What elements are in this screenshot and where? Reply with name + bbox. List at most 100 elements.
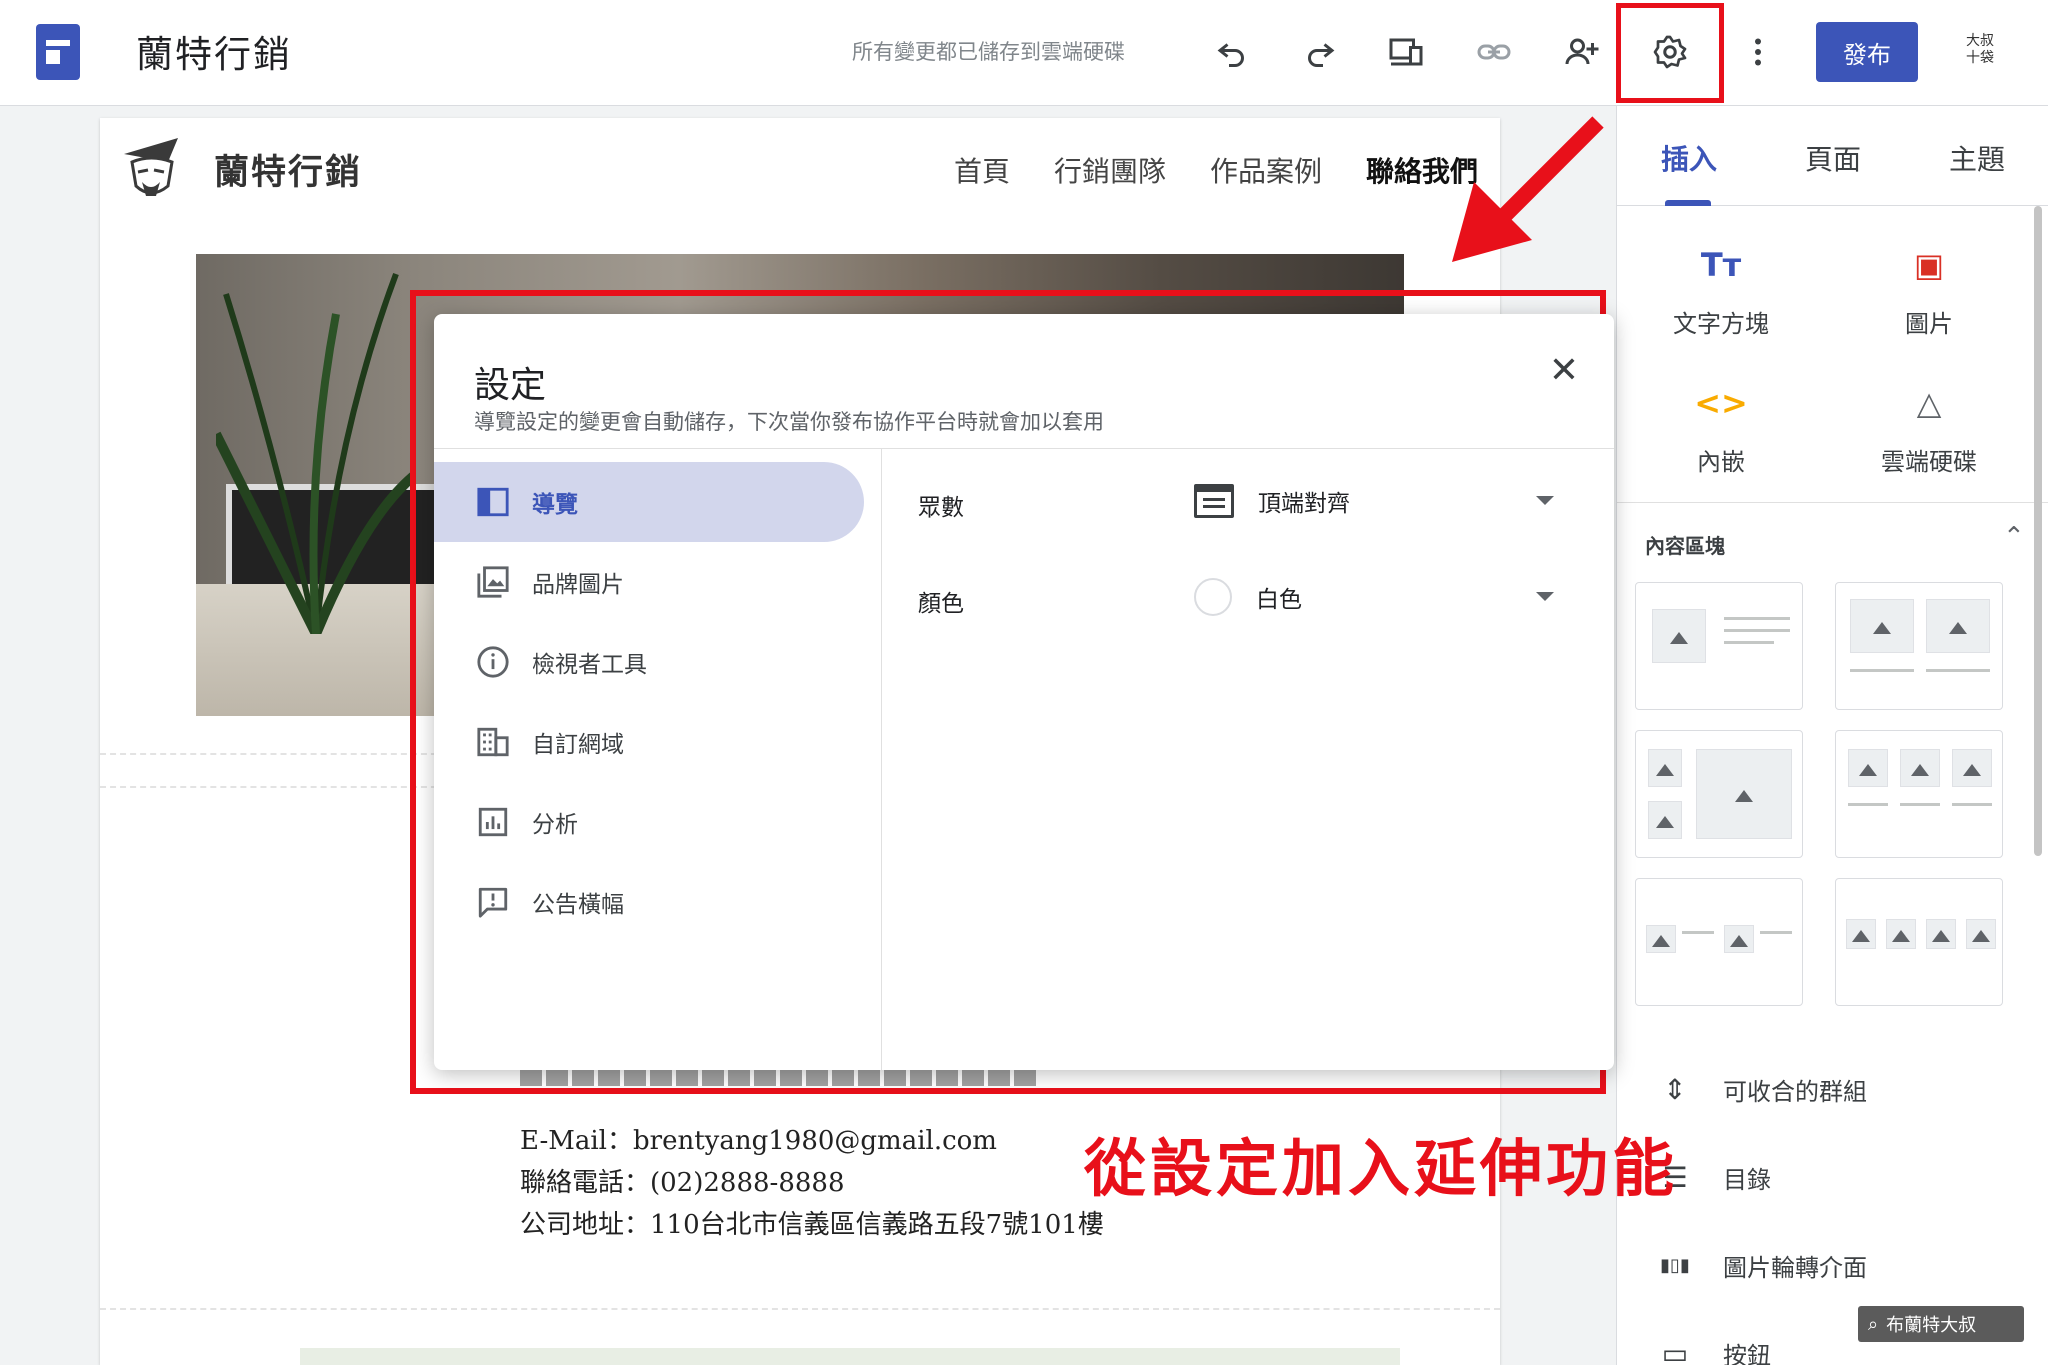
hero-plant	[216, 272, 416, 634]
insert-side-panel: 插入 頁面 主題 Tт 文字方塊 ▣ 圖片 <> 內嵌 △ 雲端硬碟 內容區塊 …	[1616, 106, 2048, 1365]
text-box-tool[interactable]: Tт 文字方塊	[1641, 246, 1801, 339]
carousel-icon: ▮▯▮	[1660, 1255, 1690, 1276]
device-preview-icon[interactable]	[1382, 28, 1430, 76]
settings-nav-label: 自訂網域	[532, 732, 624, 758]
tool-label: 圖片	[1905, 310, 1953, 338]
image-placeholder-icon	[1646, 925, 1676, 953]
top-toolbar: 蘭特行銷 所有變更都已儲存到雲端硬碟 發布 大叔 十袋	[0, 0, 2048, 106]
text-box-icon: Tт	[1700, 246, 1742, 284]
tab-pages[interactable]: 頁面	[1805, 138, 1861, 178]
navigation-icon	[476, 485, 510, 519]
collapsible-group-item[interactable]: ⇕ 可收合的群組	[1657, 1072, 1867, 1107]
settings-nav-brand-images[interactable]: 品牌圖片	[434, 542, 864, 622]
side-panel-scrollbar[interactable]	[2034, 206, 2042, 856]
map-embed[interactable]	[300, 1348, 1400, 1365]
item-label: 按鈕	[1723, 1342, 1771, 1365]
chevron-up-icon[interactable]: ⌃	[2003, 522, 2025, 552]
content-block-layout[interactable]	[1635, 878, 1803, 1006]
tab-themes[interactable]: 主題	[1949, 138, 2005, 178]
nav-item-portfolio[interactable]: 作品案例	[1210, 150, 1322, 190]
google-sites-logo-icon[interactable]	[36, 24, 80, 80]
image-placeholder-icon	[1696, 749, 1792, 839]
brand-images-icon	[476, 565, 510, 599]
share-icon[interactable]	[1558, 28, 1606, 76]
more-vert-icon[interactable]	[1734, 28, 1782, 76]
carousel-item[interactable]: ▮▯▮ 圖片輪轉介面	[1657, 1248, 1867, 1283]
panel-divider	[1617, 502, 2048, 503]
nav-item-home[interactable]: 首頁	[954, 150, 1010, 190]
settings-nav-custom-domain[interactable]: 自訂網域	[434, 702, 864, 782]
content-block-layout[interactable]	[1835, 878, 2003, 1006]
site-title[interactable]: 蘭特行銷	[136, 24, 292, 78]
image-placeholder-icon	[1724, 925, 1754, 953]
image-placeholder-icon	[1900, 749, 1940, 787]
text-line	[1900, 803, 1940, 806]
drive-tool[interactable]: △ 雲端硬碟	[1849, 384, 2009, 477]
image-placeholder-icon	[1966, 919, 1996, 949]
section-divider	[100, 1308, 1500, 1310]
dialog-title: 設定	[474, 365, 547, 406]
watermark-text: 布蘭特大叔	[1886, 1315, 1977, 1336]
settings-nav: 導覽 品牌圖片 檢視者工具 自訂網域 分析 公告橫幅	[434, 448, 882, 1070]
item-label: 目錄	[1723, 1166, 1771, 1194]
embed-icon: <>	[1694, 384, 1748, 422]
image-placeholder-icon	[1926, 919, 1956, 949]
tab-insert[interactable]: 插入	[1661, 138, 1717, 178]
image-placeholder-icon	[1850, 599, 1914, 653]
avatar[interactable]: 大叔 十袋	[1958, 33, 2002, 73]
text-line	[1952, 803, 1992, 806]
content-block-layout[interactable]	[1635, 582, 1803, 710]
settings-nav-label: 檢視者工具	[532, 652, 647, 678]
avatar-line-2: 十袋	[1966, 50, 1994, 66]
content-block-layout[interactable]	[1635, 730, 1803, 858]
tool-label: 內嵌	[1697, 448, 1745, 476]
settings-nav-label: 分析	[532, 812, 578, 838]
image-placeholder-icon	[1886, 919, 1916, 949]
announcement-icon	[476, 885, 510, 919]
collapsible-group-icon: ⇕	[1663, 1073, 1687, 1106]
item-label: 可收合的群組	[1723, 1078, 1867, 1106]
color-select[interactable]: 白色	[1194, 572, 1574, 622]
content-blocks-label: 內容區塊	[1645, 534, 1725, 558]
save-status: 所有變更都已儲存到雲端硬碟	[852, 40, 1125, 64]
contact-email: E-Mail：brentyang1980@gmail.com	[520, 1126, 997, 1156]
settings-nav-analytics[interactable]: 分析	[434, 782, 864, 862]
dropdown-arrow-icon	[1536, 496, 1554, 505]
text-line	[1724, 629, 1790, 632]
embed-tool[interactable]: <> 內嵌	[1641, 384, 1801, 477]
settings-dialog: 設定 導覽設定的變更會自動儲存，下次當你發布協作平台時就會加以套用 ✕ 導覽 品…	[434, 314, 1614, 1070]
watermark-badge: ⌕ 布蘭特大叔	[1858, 1306, 2024, 1342]
publish-button[interactable]: 發布	[1816, 22, 1918, 82]
settings-nav-label: 品牌圖片	[532, 572, 624, 598]
mode-select[interactable]: 頂端對齊	[1194, 476, 1574, 526]
text-line	[1848, 803, 1888, 806]
settings-nav-viewer-tools[interactable]: 檢視者工具	[434, 622, 864, 702]
image-placeholder-icon	[1952, 749, 1992, 787]
settings-nav-announcement-banner[interactable]: 公告橫幅	[434, 862, 864, 942]
contact-block[interactable]: E-Mail：brentyang1980@gmail.com 聯絡電話：(02)…	[520, 1120, 1104, 1246]
undo-icon[interactable]	[1208, 28, 1256, 76]
image-placeholder-icon	[1648, 801, 1682, 839]
gear-highlight-box	[1616, 3, 1724, 103]
item-label: 圖片輪轉介面	[1723, 1254, 1867, 1282]
text-line	[1760, 931, 1792, 934]
page-header: 蘭特行銷 首頁 行銷團隊 作品案例 聯絡我們	[100, 118, 1500, 218]
text-line	[1682, 931, 1714, 934]
settings-nav-navigation[interactable]: 導覽	[434, 462, 864, 542]
analytics-icon	[476, 805, 510, 839]
link-icon[interactable]	[1470, 28, 1518, 76]
nav-item-team[interactable]: 行銷團隊	[1054, 150, 1166, 190]
button-item[interactable]: ▭ 按鈕	[1657, 1336, 1771, 1365]
content-block-layout[interactable]	[1835, 730, 2003, 858]
image-placeholder-icon	[1926, 599, 1990, 653]
text-line	[1926, 669, 1990, 672]
image-tool[interactable]: ▣ 圖片	[1849, 246, 2009, 339]
close-icon[interactable]: ✕	[1544, 352, 1584, 392]
content-block-layout[interactable]	[1835, 582, 2003, 710]
contact-address: 公司地址：110台北市信義區信義路五段7號101樓	[520, 1210, 1104, 1240]
text-line	[1724, 617, 1790, 620]
image-icon: ▣	[1913, 246, 1945, 284]
redo-icon[interactable]	[1296, 28, 1344, 76]
text-line	[1724, 641, 1774, 644]
image-placeholder-icon	[1648, 749, 1682, 787]
